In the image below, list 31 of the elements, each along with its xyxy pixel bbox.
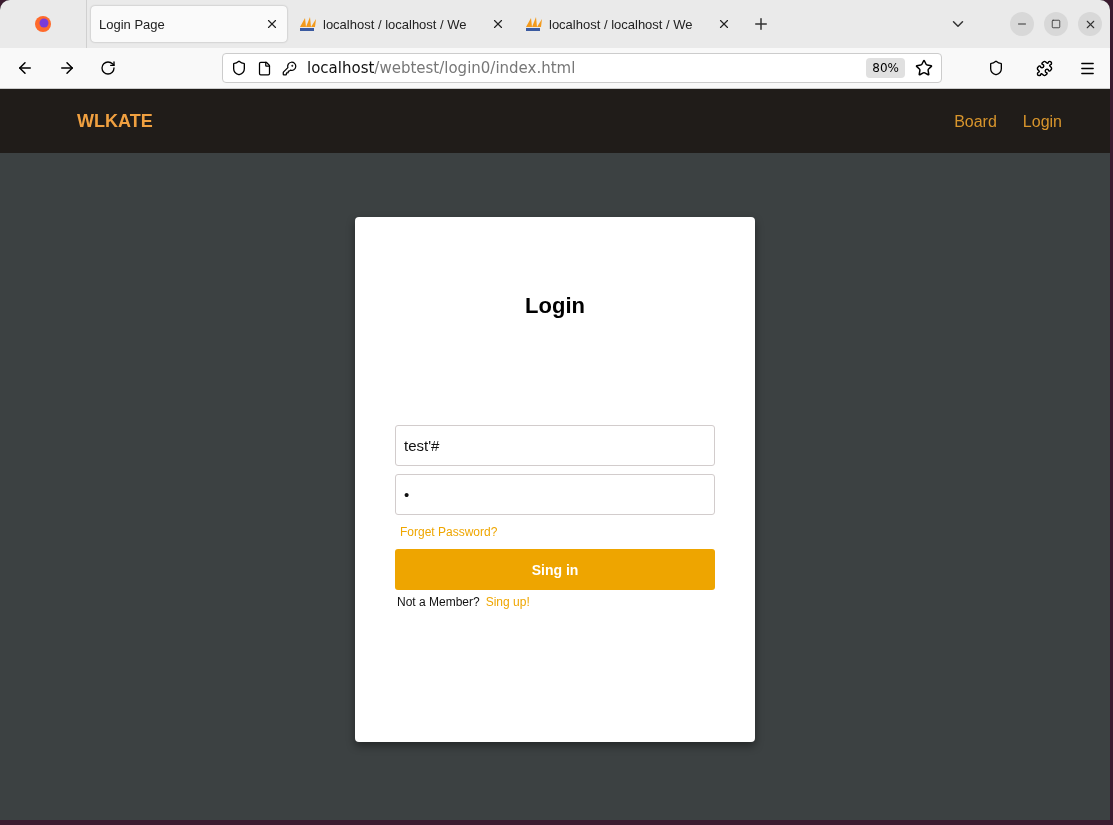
bookmark-star-icon[interactable] [915, 59, 933, 77]
browser-tab[interactable]: Login Page [91, 6, 287, 42]
shield-icon[interactable] [231, 60, 247, 76]
address-bar[interactable]: localhost/webtest/login0/index.html 80% [222, 53, 942, 83]
maximize-button[interactable] [1044, 12, 1068, 36]
login-title: Login [525, 293, 585, 319]
close-icon[interactable] [491, 17, 505, 31]
extensions-icon[interactable] [1036, 59, 1053, 77]
reload-icon[interactable] [100, 60, 116, 76]
close-icon[interactable] [265, 17, 279, 31]
password-field[interactable]: • [395, 474, 715, 515]
back-icon[interactable] [16, 59, 34, 77]
nav-link[interactable]: Board [954, 112, 997, 130]
forward-icon[interactable] [58, 59, 76, 77]
site-logo-icon [299, 17, 317, 31]
key-icon[interactable] [282, 60, 297, 76]
signup-prompt: Not a Member? [397, 595, 480, 609]
username-field[interactable]: test'# [395, 425, 715, 466]
maximize-icon [1051, 19, 1061, 29]
site-logo-icon [525, 17, 543, 31]
plus-icon [752, 15, 770, 33]
page-icon[interactable] [257, 60, 272, 76]
nav-link[interactable]: Login [1022, 112, 1062, 130]
brand-logo[interactable]: WLKATE [77, 110, 153, 132]
close-button[interactable] [1078, 12, 1102, 36]
browser-logo-icon[interactable] [33, 14, 53, 34]
minimize-button[interactable] [1010, 12, 1034, 36]
close-icon[interactable] [717, 17, 731, 31]
browser-tab[interactable]: localhost / localhost / We [517, 6, 739, 42]
zoom-level[interactable]: 80% [866, 58, 905, 78]
browser-tab[interactable]: localhost / localhost / We [291, 6, 513, 42]
